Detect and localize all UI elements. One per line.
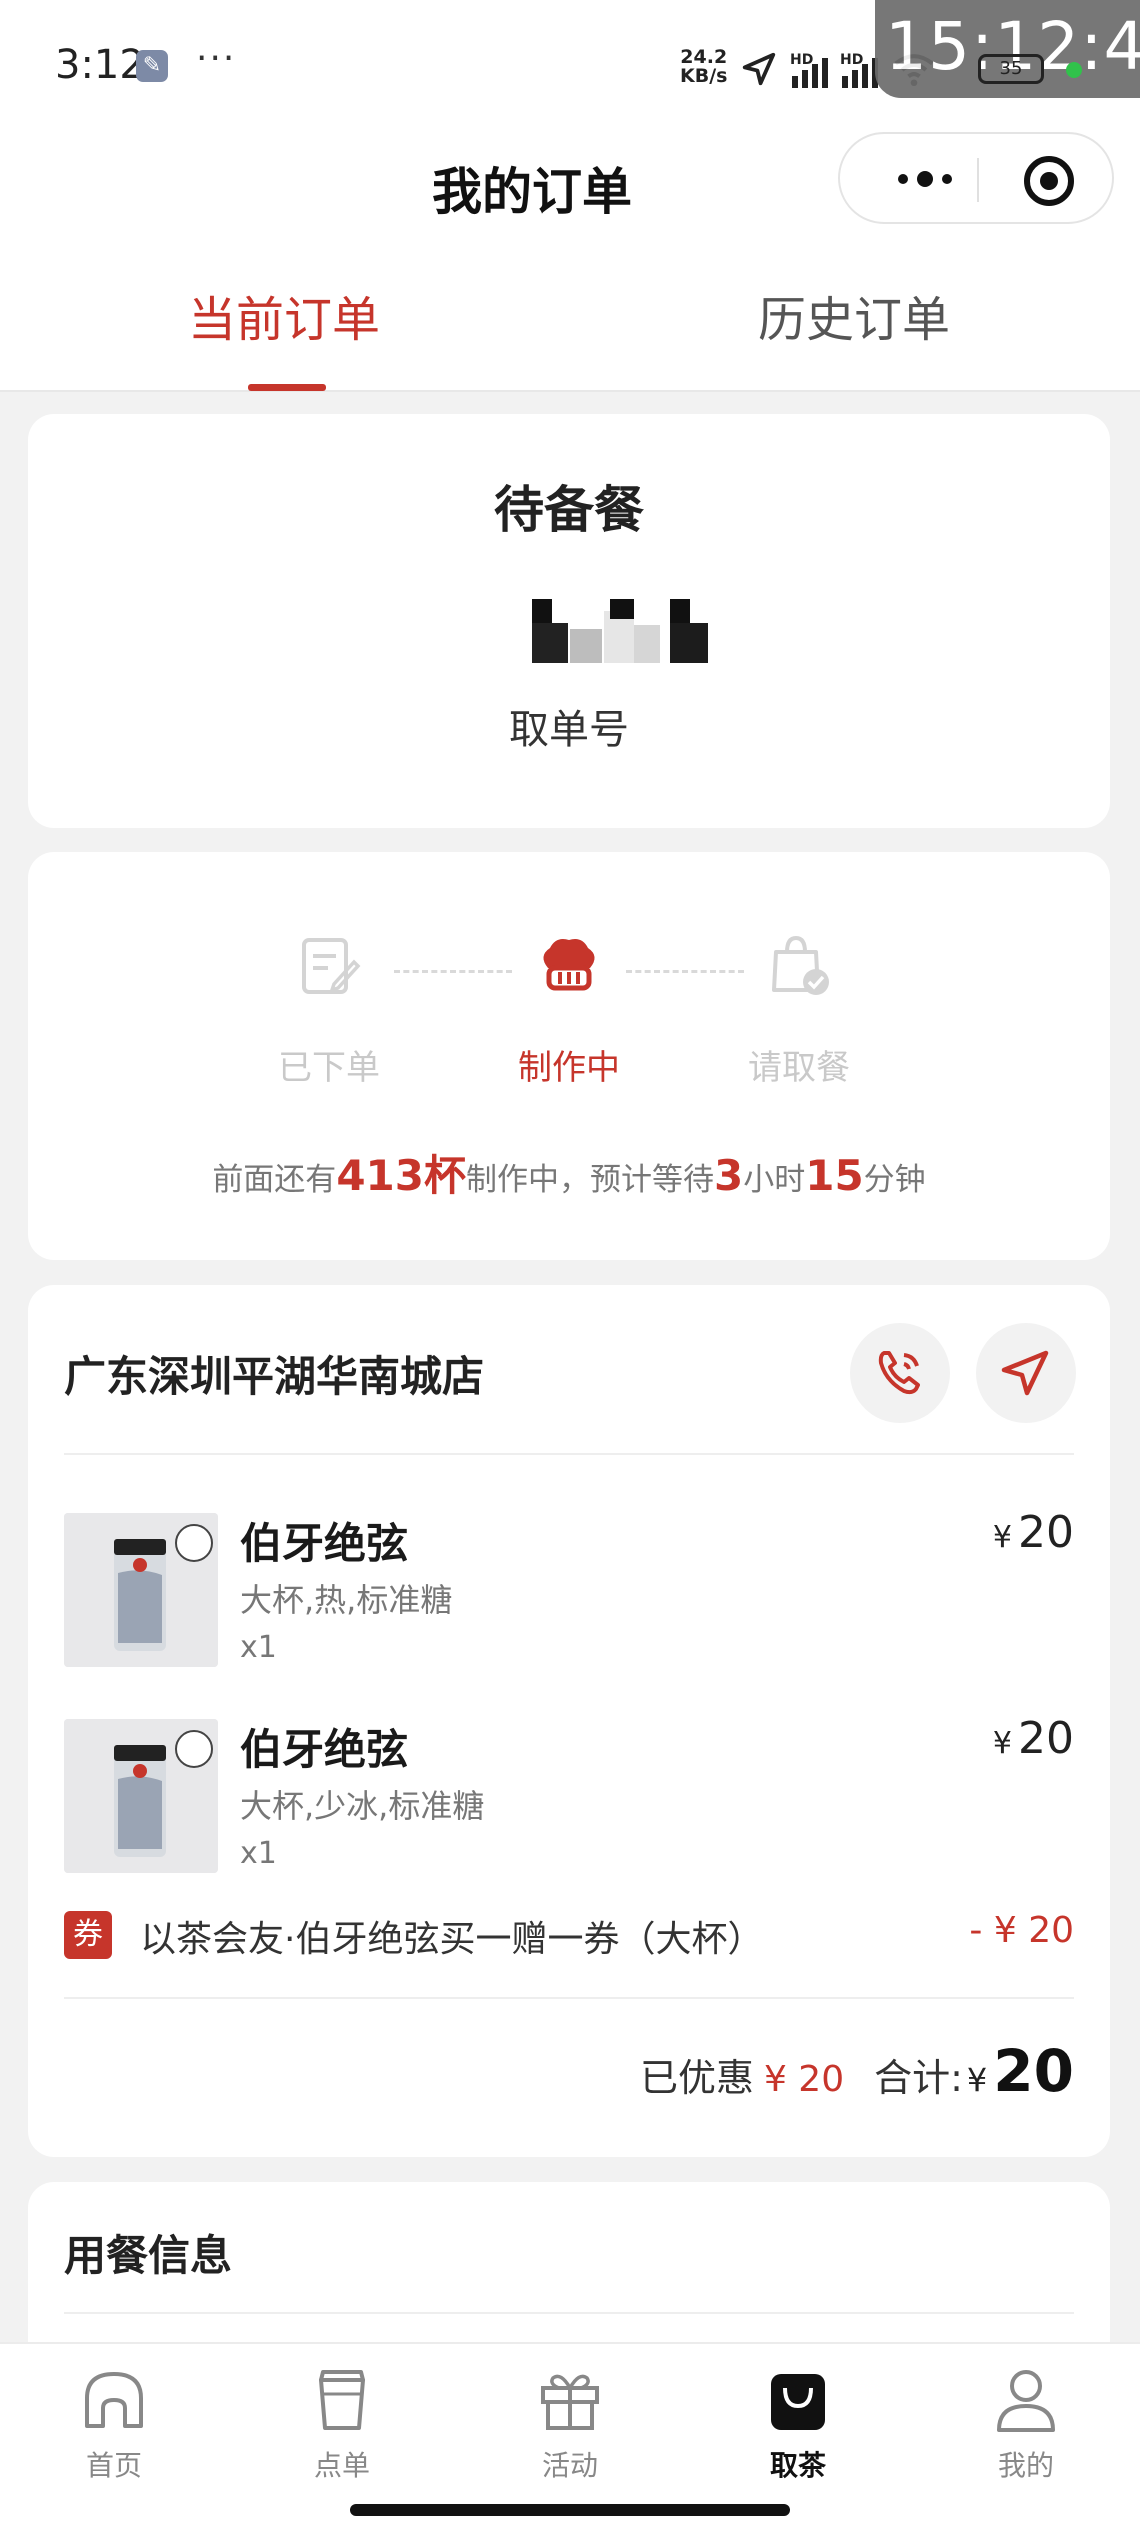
tabbar-label: 取茶	[769, 2449, 826, 2482]
home-icon	[85, 2372, 143, 2428]
item-name: 伯牙绝弦	[240, 1725, 409, 1774]
order-status-title: 待备餐	[494, 481, 644, 539]
progress-card: 已下单 制作中 请取餐 前面还有413杯制作中，预计等待3小时15分钟	[28, 852, 1110, 1260]
capsule-divider	[977, 158, 979, 202]
discount-value: ¥ 20	[763, 2059, 845, 2100]
dining-divider	[64, 2312, 1074, 2314]
home-indicator[interactable]	[350, 2504, 790, 2516]
queue-prefix: 前面还有	[212, 1162, 337, 1198]
tabbar-order[interactable]: 点单	[272, 2364, 412, 2484]
privacy-indicator	[1066, 62, 1082, 78]
item-quantity: x1	[240, 1836, 277, 1871]
item-name: 伯牙绝弦	[240, 1519, 409, 1568]
step-label-making: 制作中	[518, 1048, 620, 1088]
gift-icon	[541, 2374, 599, 2430]
target-icon	[1040, 172, 1058, 190]
tabbar-mine[interactable]: 我的	[956, 2364, 1096, 2484]
phone-icon	[878, 1351, 920, 1395]
tab-active-indicator	[248, 384, 326, 391]
item-spec: 大杯,热,标准糖	[240, 1581, 453, 1619]
queue-count: 413杯	[336, 1151, 466, 1200]
order-detail-card: 广东深圳平湖华南城店 伯牙绝弦 大杯,热,标准糖 x1 ¥20 伯牙绝弦 大杯,…	[28, 1285, 1110, 2157]
order-status-card: 待备餐 取单号	[28, 414, 1110, 828]
step-label-ordered: 已下单	[278, 1048, 380, 1088]
store-name: 广东深圳平湖华南城店	[64, 1352, 485, 1401]
queue-wait-text: 前面还有413杯制作中，预计等待3小时15分钟	[28, 1142, 1110, 1203]
coupon-divider	[64, 1997, 1074, 1999]
discount-label: 已优惠	[639, 2056, 754, 2100]
store-divider	[64, 1453, 1074, 1455]
tabbar-label: 首页	[85, 2449, 142, 2482]
hours-unit: 小时	[743, 1162, 806, 1198]
signal-icon: HD	[790, 52, 828, 88]
tab-current-orders[interactable]: 当前订单	[188, 280, 380, 350]
product-image	[64, 1513, 218, 1667]
status-more-dots: ···	[196, 38, 237, 79]
tab-history-orders[interactable]: 历史订单	[758, 280, 950, 350]
navigation-arrow-icon	[1001, 1350, 1049, 1396]
step-label-pickup: 请取餐	[748, 1048, 850, 1088]
net-speed-unit: KB/s	[680, 65, 728, 87]
item-price-value: 20	[1018, 1713, 1074, 1764]
queue-middle: 制作中，预计等待	[465, 1162, 714, 1198]
battery-level: 35	[999, 58, 1023, 79]
item-spec: 大杯,少冰,标准糖	[240, 1787, 485, 1825]
order-total-row: 已优惠 ¥ 20 合计: ¥ 20	[640, 2037, 1074, 2105]
order-tabs: 当前订单 历史订单	[0, 240, 1140, 392]
chef-hat-icon	[543, 939, 595, 991]
item-currency: ¥	[992, 1726, 1012, 1761]
wait-hours: 3	[713, 1151, 744, 1200]
tabbar-home[interactable]: 首页	[44, 2364, 184, 2484]
total-currency: ¥	[966, 2061, 988, 2099]
tabbar-label: 我的	[997, 2449, 1054, 2482]
pickup-number-label: 取单号	[509, 707, 629, 753]
hd-label-2: HD	[840, 52, 864, 68]
tabbar-activity[interactable]: 活动	[500, 2364, 640, 2484]
item-price: ¥20	[993, 1507, 1074, 1558]
minutes-unit: 分钟	[863, 1162, 926, 1198]
coupon-amount: - ¥ 20	[969, 1910, 1074, 1951]
progress-dash-2	[626, 970, 744, 973]
close-miniprogram-button[interactable]	[1024, 156, 1074, 206]
bag-check-icon	[772, 935, 829, 995]
shopping-bag-icon	[771, 2374, 825, 2430]
tabbar-pickup[interactable]: 取茶	[728, 2364, 868, 2484]
order-form-icon	[302, 938, 361, 994]
item-price-value: 20	[1018, 1507, 1074, 1558]
more-menu-button[interactable]	[880, 154, 970, 204]
wait-minutes: 15	[805, 1151, 864, 1200]
tabbar-label: 活动	[541, 2449, 598, 2482]
pickup-number-redacted	[500, 599, 730, 669]
wrench-icon: ✎	[136, 50, 168, 82]
signal-icon-2: HD	[840, 52, 878, 88]
total-label: 合计:	[874, 2056, 963, 2100]
tabbar-label: 点单	[313, 2449, 370, 2482]
cup-icon	[319, 2370, 365, 2430]
user-icon	[997, 2370, 1055, 2432]
coupon-badge: 券	[64, 1911, 112, 1959]
nav-bar: 我的订单	[0, 130, 1140, 240]
miniprogram-capsule	[838, 132, 1114, 224]
dining-info-title: 用餐信息	[64, 2231, 233, 2280]
item-currency: ¥	[992, 1520, 1012, 1555]
call-store-button[interactable]	[850, 1323, 950, 1423]
location-arrow-icon	[742, 52, 776, 86]
status-time: 3:12	[55, 42, 145, 88]
status-bar: 3:12 ✎ ··· 24.2 KB/s HD HD 15:12:43 35	[0, 0, 1140, 130]
net-speed: 24.2 KB/s	[680, 48, 727, 86]
total-value: 20	[993, 2037, 1074, 2105]
navigate-store-button[interactable]	[976, 1323, 1076, 1423]
battery-icon: 35	[978, 54, 1044, 84]
item-quantity: x1	[240, 1630, 277, 1665]
progress-dash-1	[394, 970, 512, 973]
coupon-name: 以茶会友·伯牙绝弦买一赠一券（大杯）	[140, 1919, 764, 1960]
item-price: ¥20	[993, 1713, 1074, 1764]
hd-label: HD	[790, 52, 814, 68]
product-image	[64, 1719, 218, 1873]
